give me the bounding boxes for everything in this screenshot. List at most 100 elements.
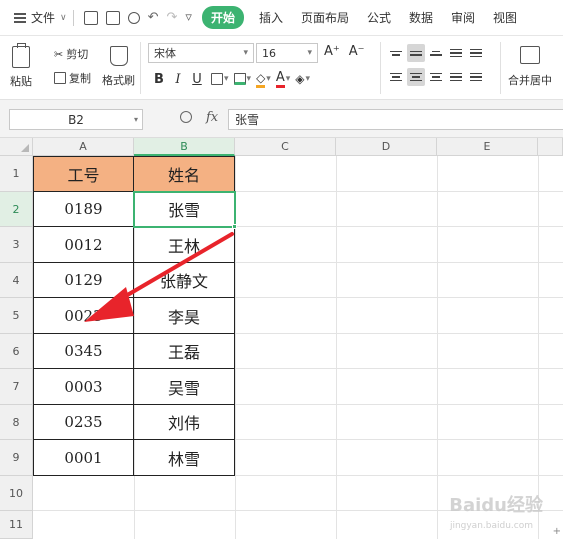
cell-a2[interactable]: 0189 [33, 192, 134, 227]
grow-font-button[interactable]: A⁺ [324, 44, 340, 59]
formula-input[interactable]: 张雪 [228, 109, 563, 130]
tab-page-layout[interactable]: 页面布局 [301, 9, 349, 26]
gridline [538, 156, 539, 539]
cell-b8[interactable]: 刘伟 [134, 405, 235, 440]
fx-button[interactable]: fx [206, 110, 218, 125]
row-header-11[interactable]: 11 [0, 511, 33, 539]
shrink-font-button[interactable]: A⁻ [349, 44, 365, 59]
row-header-3[interactable]: 3 [0, 227, 33, 263]
format-painter-button[interactable]: 格式刷 [102, 46, 135, 88]
tab-review[interactable]: 审阅 [451, 9, 475, 26]
font-color-button[interactable]: A [275, 70, 285, 88]
column-header-a[interactable]: A [33, 138, 134, 156]
cell-a9[interactable]: 0001 [33, 440, 134, 476]
borders-icon[interactable] [211, 73, 223, 85]
justify-icon[interactable] [447, 68, 465, 86]
align-top-icon[interactable] [387, 44, 405, 62]
cell-a3[interactable]: 0012 [33, 227, 134, 263]
align-bottom-icon[interactable] [427, 44, 445, 62]
redo-icon[interactable]: ↷ [167, 10, 178, 25]
align-middle-icon[interactable] [407, 44, 425, 62]
cut-button[interactable]: ✂ 剪切 [54, 46, 88, 62]
tab-home[interactable]: 开始 [201, 6, 244, 29]
font-name-value: 宋体 [154, 47, 176, 60]
eraser-icon[interactable]: ◈ [295, 72, 304, 86]
chevron-down-icon[interactable]: ▾ [286, 74, 291, 84]
row-header-2[interactable]: 2 [0, 192, 33, 227]
cell-a5[interactable]: 0023 [33, 298, 134, 334]
file-menu[interactable]: 文件 ∨ [14, 7, 67, 29]
print-preview-icon[interactable] [127, 11, 140, 24]
row-header-4[interactable]: 4 [0, 263, 33, 298]
cell-b7[interactable]: 吴雪 [134, 369, 235, 405]
save-icon[interactable] [83, 10, 98, 25]
row-header-8[interactable]: 8 [0, 405, 33, 440]
row-header-9[interactable]: 9 [0, 440, 33, 476]
gridline [437, 156, 438, 539]
name-box[interactable]: B2 ▾ [9, 109, 143, 130]
font-name-select[interactable]: 宋体 ▾ [148, 43, 254, 63]
menu-bar: 文件 ∨ ↶ ↷ ▿ 开始 插入 页面布局 公式 数据 审阅 视图 [0, 0, 563, 36]
chevron-down-icon[interactable]: ▾ [247, 74, 252, 84]
chevron-down-icon[interactable]: ▾ [224, 74, 229, 84]
divider [380, 42, 381, 94]
undo-icon[interactable]: ↶ [148, 10, 159, 25]
column-header-f[interactable] [538, 138, 563, 156]
column-header-d[interactable]: D [336, 138, 437, 156]
tab-formulas[interactable]: 公式 [367, 9, 391, 26]
tab-insert[interactable]: 插入 [259, 9, 283, 26]
cut-label: 剪切 [66, 48, 89, 61]
font-size-select[interactable]: 16 ▾ [256, 43, 318, 63]
select-all-corner[interactable] [0, 138, 33, 156]
cell-b1[interactable]: 姓名 [134, 156, 235, 192]
column-header-b[interactable]: B [134, 138, 235, 156]
shape-icon[interactable]: ◇ [256, 71, 266, 88]
cell-a6[interactable]: 0345 [33, 334, 134, 369]
underline-button[interactable]: U [188, 72, 206, 87]
align-right-icon[interactable] [427, 68, 445, 86]
cell-a4[interactable]: 0129 [33, 263, 134, 298]
cell-b9[interactable]: 林雪 [134, 440, 235, 476]
cell-a1[interactable]: 工号 [33, 156, 134, 192]
print-icon[interactable] [105, 10, 120, 25]
align-center-icon[interactable] [407, 68, 425, 86]
increase-indent-icon[interactable] [467, 44, 485, 62]
cell-b5[interactable]: 李昊 [134, 298, 235, 334]
cell-b3[interactable]: 王林 [134, 227, 235, 263]
paste-button[interactable]: 粘贴 [10, 43, 32, 89]
format-painter-label: 格式刷 [102, 74, 135, 87]
row-header-1[interactable]: 1 [0, 156, 33, 192]
row-header-5[interactable]: 5 [0, 298, 33, 334]
bold-button[interactable]: B [150, 72, 168, 87]
zoom-icon[interactable] [180, 111, 192, 123]
fill-color-icon[interactable] [233, 73, 246, 85]
merge-cells-icon [520, 46, 540, 64]
decrease-indent-icon[interactable] [447, 44, 465, 62]
resize-mark: + [552, 526, 561, 537]
distributed-icon[interactable] [467, 68, 485, 86]
italic-button[interactable]: I [169, 72, 187, 87]
cell-b6[interactable]: 王磊 [134, 334, 235, 369]
column-header-c[interactable]: C [235, 138, 336, 156]
cell-a8[interactable]: 0235 [33, 405, 134, 440]
chevron-down-icon[interactable]: ▾ [134, 115, 138, 124]
cell-b4[interactable]: 张静文 [134, 263, 235, 298]
row-header-7[interactable]: 7 [0, 369, 33, 405]
cell-a7[interactable]: 0003 [33, 369, 134, 405]
fill-handle[interactable] [232, 224, 237, 229]
divider [140, 42, 141, 94]
copy-button[interactable]: 复制 [54, 70, 91, 86]
row-header-6[interactable]: 6 [0, 334, 33, 369]
copy-label: 复制 [69, 72, 91, 85]
merge-center-button[interactable]: 合并居中 [508, 46, 552, 88]
tab-data[interactable]: 数据 [409, 9, 433, 26]
chevron-down-icon[interactable]: ▾ [266, 74, 271, 84]
column-header-e[interactable]: E [437, 138, 538, 156]
gridline [336, 156, 337, 539]
row-header-10[interactable]: 10 [0, 476, 33, 511]
chevron-down-icon[interactable]: ▾ [306, 74, 311, 84]
tab-view[interactable]: 视图 [493, 9, 517, 26]
cell-b2[interactable]: 张雪 [134, 192, 235, 227]
quick-access-dropdown-icon[interactable]: ▿ [185, 10, 192, 25]
align-left-icon[interactable] [387, 68, 405, 86]
